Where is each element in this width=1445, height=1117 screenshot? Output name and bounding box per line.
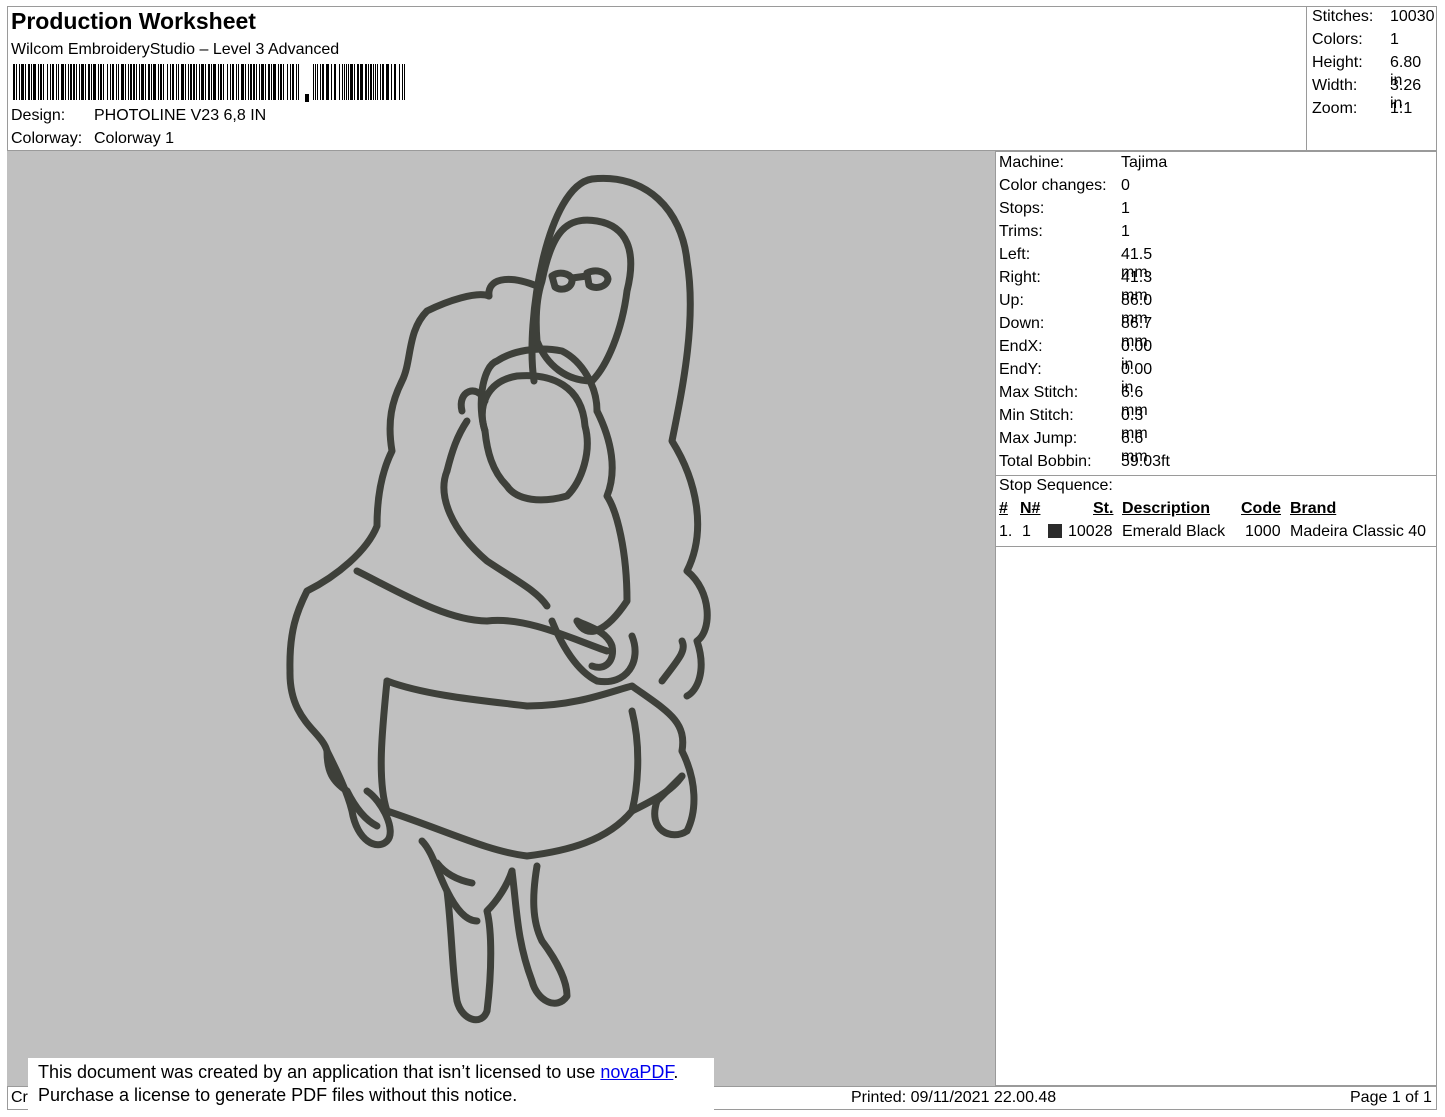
detail-trims: Trims: 1: [999, 223, 1130, 240]
barcode-image: [13, 64, 405, 102]
design-label: Design:: [11, 107, 66, 124]
colorway-value: Colorway 1: [94, 130, 175, 147]
printed-date: Printed: 09/11/2021 22.00.48: [851, 1089, 1057, 1106]
stat-height: Height: 6.80 in: [1312, 54, 1422, 89]
detail-right: Right: 41.3 mm: [999, 269, 1153, 304]
stats-box: Stitches: 10030 Colors: 1 Height: 6.80 in W…: [1306, 6, 1437, 151]
detail-max-jump: Max Jump: 6.6 mm: [999, 430, 1148, 465]
detail-endx: EndX: 0.00 in: [999, 338, 1153, 373]
divider: [996, 546, 1436, 547]
license-notice: This document was created by an applicat…: [28, 1058, 714, 1112]
detail-down: Down: 86.7 mm: [999, 315, 1153, 350]
row-num: 1.: [999, 523, 1013, 540]
col-header-n: N#: [1020, 500, 1041, 517]
detail-total-bobbin: Total Bobbin: 59.03ft: [999, 453, 1170, 470]
detail-up: Up: 86.0 mm: [999, 292, 1153, 327]
detail-stops: Stops: 1: [999, 200, 1130, 217]
color-swatch: [1048, 524, 1062, 538]
col-header-num: #: [999, 500, 1008, 517]
details-panel: Machine: Tajima Color changes: 0 Stops: 1 T…: [996, 151, 1437, 1086]
notice-line-2: Purchase a license to generate PDF files…: [38, 1085, 518, 1105]
detail-left: Left: 41.5 mm: [999, 246, 1153, 281]
stat-stitches: Stitches: 10030: [1312, 8, 1435, 25]
novapdf-link[interactable]: novaPDF: [600, 1062, 673, 1082]
stat-colors: Colors: 1: [1312, 31, 1399, 48]
col-header-st: St.: [1093, 500, 1114, 517]
page-number: Page 1 of 1: [1350, 1089, 1432, 1106]
notice-line-1: This document was created by an applicat…: [38, 1062, 679, 1082]
stop-sequence-title: Stop Sequence:: [999, 477, 1113, 494]
page-title: Production Worksheet: [11, 8, 256, 34]
colorway-label: Colorway:: [11, 130, 83, 147]
row-needle: 1: [1022, 523, 1031, 540]
col-header-code: Code: [1241, 500, 1281, 517]
col-header-description: Description: [1122, 500, 1211, 517]
stat-width: Width: 3.26 in: [1312, 77, 1422, 112]
detail-endy: EndY: 0.00 in: [999, 361, 1153, 396]
detail-max-stitch: Max Stitch: 6.6 mm: [999, 384, 1148, 419]
row-stitches: 10028: [1068, 523, 1113, 540]
col-header-brand: Brand: [1290, 500, 1337, 517]
detail-min-stitch: Min Stitch: 0.3 mm: [999, 407, 1148, 442]
software-name: Wilcom EmbroideryStudio – Level 3 Advanc…: [11, 41, 340, 58]
design-preview: [7, 151, 996, 1086]
row-description: Emerald Black: [1122, 523, 1226, 540]
design-value: PHOTOLINE V23 6,8 IN: [94, 107, 267, 124]
row-code: 1000: [1245, 523, 1281, 540]
stat-zoom: Zoom: 1:1: [1312, 100, 1413, 117]
embroidery-outline-figure: [286, 174, 711, 1024]
divider: [996, 475, 1436, 476]
detail-color-changes: Color changes: 0: [999, 177, 1130, 194]
row-brand: Madeira Classic 40: [1290, 523, 1427, 540]
detail-machine: Machine: Tajima: [999, 154, 1168, 171]
created-fragment: Cr: [11, 1089, 28, 1106]
